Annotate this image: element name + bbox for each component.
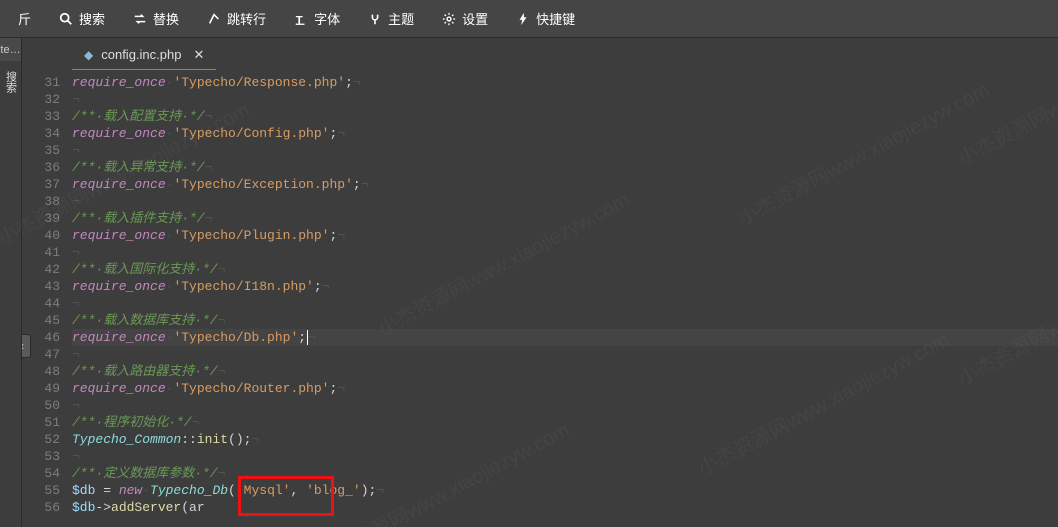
tab-filename: config.inc.php [101, 47, 181, 62]
settings-label: 设置 [462, 9, 488, 28]
toolbar-search[interactable]: 搜索 [45, 0, 119, 37]
line-number: 36 [22, 159, 60, 176]
gear-icon [442, 12, 456, 26]
code-line[interactable]: /**·载入配置支持·*/¬ [72, 108, 1058, 125]
code-line[interactable]: ¬ [72, 295, 1058, 312]
replace-label: 替换 [153, 9, 179, 28]
toolbar-theme[interactable]: 主题 [354, 0, 428, 37]
line-number: 41 [22, 244, 60, 261]
php-file-icon: ◆ [84, 48, 93, 62]
line-number: 45 [22, 312, 60, 329]
close-icon[interactable]: ✕ [193, 47, 204, 63]
code-line[interactable]: ¬ [72, 346, 1058, 363]
line-number: 55 [22, 482, 60, 499]
toolbar-font[interactable]: T 字体 [280, 0, 354, 37]
code-line[interactable]: /**·程序初始化·*/¬ [72, 414, 1058, 431]
left-rail: te… 搜索 [0, 38, 22, 527]
fold-handle[interactable]: ‹ [22, 334, 31, 358]
code-line[interactable]: require_once·'Typecho/Router.php';¬ [72, 380, 1058, 397]
code-line[interactable]: /**·载入国际化支持·*/¬ [72, 261, 1058, 278]
tab-config-inc-php[interactable]: ◆ config.inc.php ✕ [72, 40, 216, 70]
code-line[interactable]: /**·载入插件支持·*/¬ [72, 210, 1058, 227]
line-number: 51 [22, 414, 60, 431]
code-line[interactable]: ¬ [72, 142, 1058, 159]
search-label: 搜索 [79, 9, 105, 28]
line-number: 39 [22, 210, 60, 227]
code-line[interactable]: $db = new·Typecho_Db('Mysql', 'blog_');¬ [72, 482, 1058, 499]
code-line[interactable]: $db->addServer(ar [72, 499, 1058, 516]
code-line[interactable]: require_once·'Typecho/Db.php';​¬ [72, 329, 1058, 346]
toolbar-refresh[interactable]: 斤 [4, 0, 45, 37]
code-line[interactable]: ¬ [72, 448, 1058, 465]
replace-icon [133, 12, 147, 26]
line-number: 52 [22, 431, 60, 448]
code-line[interactable]: /**·载入路由器支持·*/¬ [72, 363, 1058, 380]
line-number: 31 [22, 74, 60, 91]
toolbar: 斤 搜索 替换 跳转行 T 字体 主题 设置 快捷键 [0, 0, 1058, 38]
main: te… 搜索 ◆ config.inc.php ✕ 31323334353637… [0, 38, 1058, 527]
search-icon [59, 12, 73, 26]
toolbar-settings[interactable]: 设置 [428, 0, 502, 37]
line-number: 54 [22, 465, 60, 482]
code-content[interactable]: require_once·'Typecho/Response.php';¬¬/*… [72, 70, 1058, 527]
code-line[interactable]: ¬ [72, 91, 1058, 108]
shortcuts-label: 快捷键 [536, 9, 575, 28]
refresh-label: 斤 [18, 9, 31, 28]
code-line[interactable]: ¬ [72, 397, 1058, 414]
theme-icon [368, 12, 382, 26]
line-number: 56 [22, 499, 60, 516]
rail-top-cell[interactable]: te… [0, 38, 21, 61]
code-line[interactable]: require_once·'Typecho/I18n.php';¬ [72, 278, 1058, 295]
tabbar: ◆ config.inc.php ✕ [22, 38, 1058, 70]
code-line[interactable]: /**·载入异常支持·*/¬ [72, 159, 1058, 176]
goto-label: 跳转行 [227, 9, 266, 28]
font-icon: T [294, 12, 308, 26]
line-number: 38 [22, 193, 60, 210]
line-number: 37 [22, 176, 60, 193]
goto-icon [207, 12, 221, 26]
toolbar-shortcuts[interactable]: 快捷键 [502, 0, 589, 37]
line-number: 48 [22, 363, 60, 380]
line-number: 34 [22, 125, 60, 142]
line-number: 44 [22, 295, 60, 312]
line-number: 53 [22, 448, 60, 465]
toolbar-replace[interactable]: 替换 [119, 0, 193, 37]
line-number: 50 [22, 397, 60, 414]
code-line[interactable]: ¬ [72, 193, 1058, 210]
code-line[interactable]: ¬ [72, 244, 1058, 261]
code-line[interactable]: require_once·'Typecho/Response.php';¬ [72, 74, 1058, 91]
lightning-icon [516, 12, 530, 26]
line-number: 32 [22, 91, 60, 108]
line-number: 35 [22, 142, 60, 159]
editor-wrap: ◆ config.inc.php ✕ 313233343536373839404… [22, 38, 1058, 527]
line-number: 49 [22, 380, 60, 397]
code-line[interactable]: /**·定义数据库参数·*/¬ [72, 465, 1058, 482]
code-line[interactable]: /**·载入数据库支持·*/¬ [72, 312, 1058, 329]
line-number: 43 [22, 278, 60, 295]
font-label: 字体 [314, 9, 340, 28]
theme-label: 主题 [388, 9, 414, 28]
code-line[interactable]: require_once·'Typecho/Exception.php';¬ [72, 176, 1058, 193]
line-number: 40 [22, 227, 60, 244]
line-number: 33 [22, 108, 60, 125]
code-line[interactable]: require_once·'Typecho/Config.php';¬ [72, 125, 1058, 142]
rail-search-tab[interactable]: 搜索 [0, 61, 21, 93]
code-line[interactable]: require_once·'Typecho/Plugin.php';¬ [72, 227, 1058, 244]
code-line[interactable]: Typecho_Common::init();¬ [72, 431, 1058, 448]
line-number: 42 [22, 261, 60, 278]
editor-area[interactable]: 3132333435363738394041424344454647484950… [22, 70, 1058, 527]
toolbar-goto[interactable]: 跳转行 [193, 0, 280, 37]
line-gutter: 3132333435363738394041424344454647484950… [22, 70, 72, 527]
